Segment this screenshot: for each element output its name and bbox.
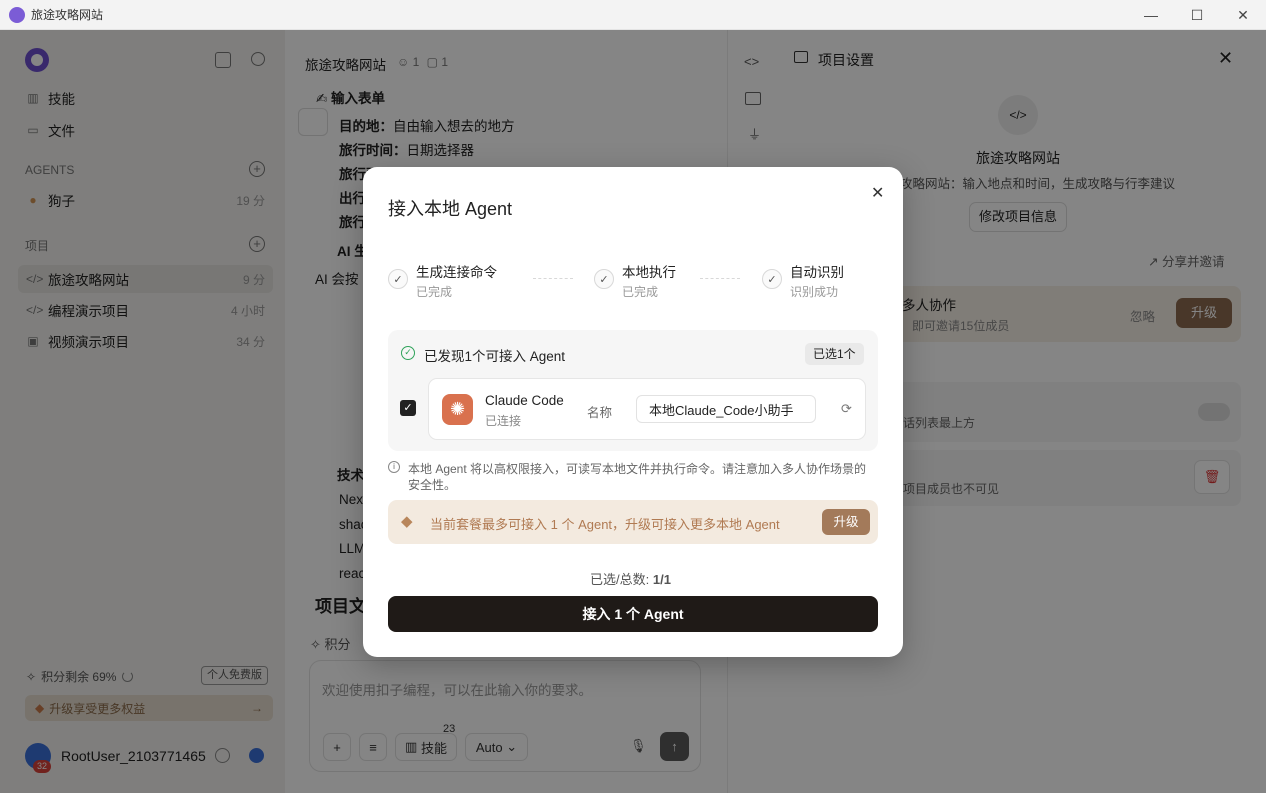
check-icon: ✓ bbox=[762, 269, 782, 289]
agent-name-label: 名称 bbox=[587, 406, 613, 420]
refresh-icon[interactable]: ⟳ bbox=[841, 401, 852, 417]
maximize-button[interactable]: ☐ bbox=[1174, 0, 1220, 30]
step-status: 已完成 bbox=[416, 285, 453, 299]
modal-title: 接入本地 Agent bbox=[388, 199, 513, 219]
close-modal-button[interactable]: ✕ bbox=[871, 183, 884, 203]
step-status: 已完成 bbox=[622, 285, 659, 299]
app-logo-icon bbox=[9, 6, 25, 23]
agent-name: Claude Code bbox=[485, 393, 564, 408]
minimize-button[interactable]: — bbox=[1128, 0, 1174, 30]
agent-checkbox[interactable]: ✓ bbox=[400, 400, 416, 416]
step-divider bbox=[700, 278, 740, 279]
close-window-button[interactable]: ✕ bbox=[1220, 0, 1266, 30]
claude-logo-icon: ✺ bbox=[442, 394, 473, 425]
selection-count-value: 1/1 bbox=[652, 572, 671, 587]
selected-count-badge: 已选1个 bbox=[805, 343, 864, 365]
plan-upgrade-button[interactable]: 升级 bbox=[822, 509, 870, 535]
connect-agent-button[interactable]: 接入 1 个 Agent bbox=[388, 596, 878, 632]
security-warning-text: 本地 Agent 将以高权限接入，可读写本地文件并执行命令。请注意加入多人协作场… bbox=[408, 462, 867, 492]
step-status: 识别成功 bbox=[790, 285, 839, 299]
agent-card[interactable]: ✺ Claude Code 已连接 名称 ⟳ bbox=[428, 378, 866, 440]
check-icon: ✓ bbox=[594, 269, 614, 289]
security-warning: i 本地 Agent 将以高权限接入，可读写本地文件并执行命令。请注意加入多人协… bbox=[388, 461, 878, 493]
info-icon: i bbox=[388, 461, 400, 473]
step-generate: ✓ 生成连接命令 已完成 bbox=[388, 263, 497, 301]
step-detect: ✓ 自动识别识别成功 bbox=[762, 263, 844, 301]
step-title: 生成连接命令 bbox=[416, 265, 497, 280]
found-agents-panel: ✓ 已发现1个可接入 Agent 已选1个 ✓ ✺ Claude Code 已连… bbox=[388, 330, 878, 451]
step-execute: ✓ 本地执行已完成 bbox=[594, 263, 676, 301]
title-bar: 旅途攻略网站 — ☐ ✕ bbox=[0, 0, 1266, 30]
agent-name-input[interactable] bbox=[636, 395, 816, 423]
diamond-icon: ◆ bbox=[401, 513, 413, 530]
step-title: 自动识别 bbox=[790, 265, 844, 280]
found-agents-text: 已发现1个可接入 Agent bbox=[424, 349, 566, 364]
selection-count: 已选/总数: 1/1 bbox=[590, 569, 671, 588]
plan-notice-text: 当前套餐最多可接入 1 个 Agent，升级可接入更多本地 Agent bbox=[430, 517, 780, 532]
step-title: 本地执行 bbox=[622, 265, 676, 280]
plan-notice: ◆ 当前套餐最多可接入 1 个 Agent，升级可接入更多本地 Agent 升级 bbox=[388, 500, 878, 544]
connect-agent-modal: ✕ 接入本地 Agent ✓ 生成连接命令 已完成 ✓ 本地执行 已完成 ✓ 自动识… bbox=[363, 167, 903, 657]
selection-count-label: 已选/总数: bbox=[590, 572, 650, 587]
window-title: 旅途攻略网站 bbox=[31, 8, 104, 22]
check-icon: ✓ bbox=[388, 269, 408, 289]
step-divider bbox=[533, 278, 573, 279]
success-check-icon: ✓ bbox=[401, 346, 415, 360]
agent-status: 已连接 bbox=[485, 414, 522, 428]
